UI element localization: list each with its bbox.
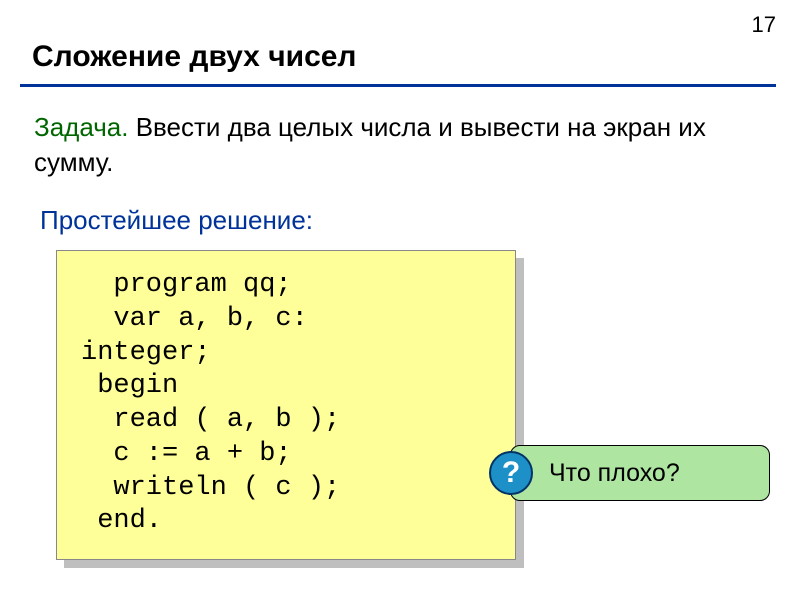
callout-icon-wrap: ?: [489, 451, 533, 495]
page-number: 17: [752, 12, 776, 38]
question-icon: ?: [489, 451, 533, 495]
callout-text: Что плохо?: [549, 459, 680, 488]
callout-box: ? Что плохо?: [510, 445, 770, 501]
code-content: program qq; var a, b, c: integer; begin …: [56, 250, 516, 560]
question-mark: ?: [502, 456, 520, 490]
task-block: Задача. Ввести два целых числа и вывести…: [34, 110, 774, 180]
solution-subheading: Простейшее решение:: [40, 205, 313, 236]
title-underline: [20, 84, 776, 87]
task-text: Ввести два целых числа и вывести на экра…: [34, 112, 706, 177]
slide-title: Сложение двух чисел: [32, 40, 357, 74]
code-block: program qq; var a, b, c: integer; begin …: [56, 250, 516, 560]
task-label: Задача.: [34, 112, 128, 142]
